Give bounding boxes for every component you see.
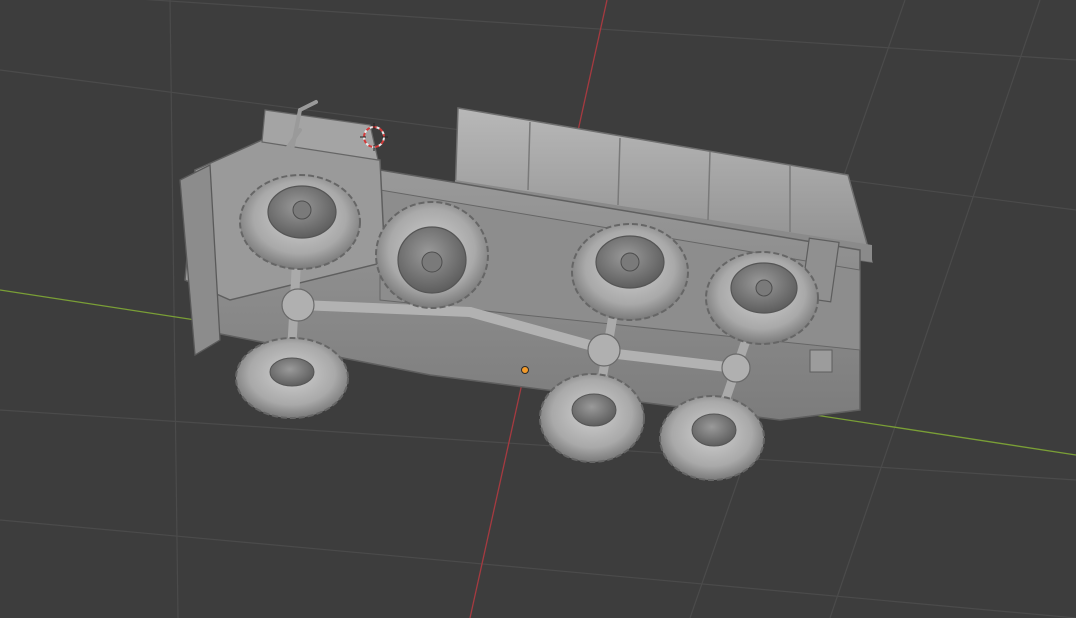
wheel-rear-right[interactable] (659, 395, 765, 481)
rear-light (809, 349, 833, 373)
wheel-front-right[interactable] (235, 337, 349, 419)
3d-viewport[interactable] (0, 0, 1076, 618)
wheel-mid-right[interactable] (539, 373, 645, 463)
object-origin-icon (521, 366, 529, 374)
wheel-spare[interactable] (375, 201, 489, 309)
wheel-mid-left[interactable] (571, 223, 689, 321)
truck-model[interactable] (179, 100, 874, 481)
wheel-front-left[interactable] (239, 174, 361, 270)
viewport-scene[interactable] (0, 0, 1076, 618)
wheel-rear-left[interactable] (705, 251, 819, 345)
